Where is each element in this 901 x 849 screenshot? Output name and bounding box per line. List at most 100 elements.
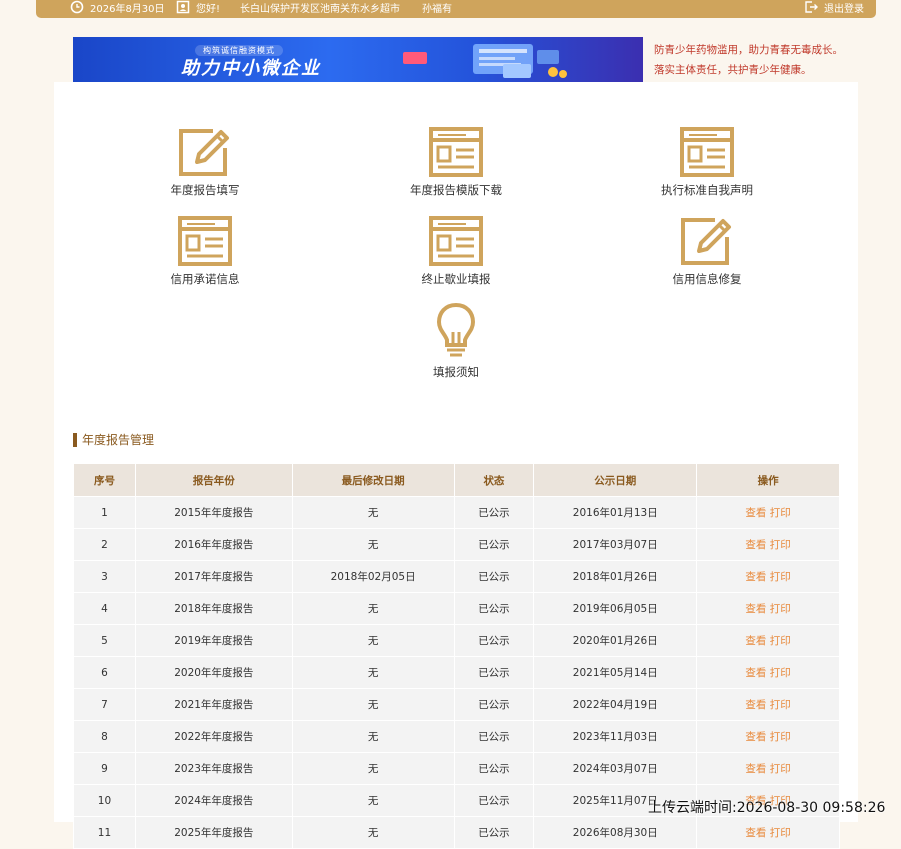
row-number: 7 — [73, 688, 136, 721]
status-cell: 已公示 — [453, 816, 535, 849]
column-header: 状态 — [453, 463, 535, 497]
view-link[interactable]: 查看 — [745, 827, 766, 839]
actions-cell: 查看 打印 — [696, 752, 840, 785]
print-link[interactable]: 打印 — [770, 635, 791, 647]
feature-label: 信用承诺信息 — [170, 272, 240, 286]
print-link[interactable]: 打印 — [770, 603, 791, 615]
feature-credit-repair[interactable]: 信用信息修复 — [627, 215, 787, 287]
print-link[interactable]: 打印 — [770, 507, 791, 519]
print-link[interactable]: 打印 — [770, 731, 791, 743]
view-link[interactable]: 查看 — [745, 603, 766, 615]
column-header: 报告年份 — [134, 463, 293, 497]
row-number: 6 — [73, 656, 136, 689]
table-row: 6 2020年年度报告无已公示 2021年05月14日 查看 打印 — [73, 656, 840, 689]
publish-date: 2018年01月26日 — [533, 560, 698, 593]
report-year: 2020年年度报告 — [134, 656, 293, 689]
status-cell: 已公示 — [453, 624, 535, 657]
logout-button[interactable]: 退出登录 — [804, 0, 864, 18]
user-info: 您好! 长白山保护开发区池南关东水乡超市 孙福有 — [176, 0, 452, 18]
last-modified-date: 无 — [291, 496, 455, 529]
document-template-icon — [429, 216, 483, 266]
user-name: 孙福有 — [422, 3, 453, 15]
actions-cell: 查看 打印 — [696, 496, 840, 529]
view-link[interactable]: 查看 — [745, 539, 766, 551]
report-year: 2023年年度报告 — [134, 752, 293, 785]
report-year: 2021年年度报告 — [134, 688, 293, 721]
report-year: 2025年年度报告 — [134, 816, 293, 849]
promo-banner[interactable]: 构筑诚信融资模式 助力中小微企业 — [73, 37, 643, 82]
status-cell: 已公示 — [453, 688, 535, 721]
lightbulb-icon — [436, 302, 476, 357]
last-modified-date: 无 — [291, 528, 455, 561]
feature-label: 信用信息修复 — [672, 272, 742, 286]
actions-cell: 查看 打印 — [696, 688, 840, 721]
view-link[interactable]: 查看 — [745, 699, 766, 711]
status-cell: 已公示 — [453, 528, 535, 561]
table-row: 4 2018年年度报告无已公示 2019年06月05日 查看 打印 — [73, 592, 840, 625]
row-number: 8 — [73, 720, 136, 753]
status-cell: 已公示 — [453, 720, 535, 753]
view-link[interactable]: 查看 — [745, 571, 766, 583]
table-row: 1 2015年年度报告无已公示 2016年01月13日 查看 打印 — [73, 496, 840, 529]
print-link[interactable]: 打印 — [770, 539, 791, 551]
edit-form-icon — [681, 218, 731, 265]
status-cell: 已公示 — [453, 560, 535, 593]
publish-date: 2017年03月07日 — [533, 528, 698, 561]
row-number: 10 — [73, 784, 136, 817]
view-link[interactable]: 查看 — [745, 667, 766, 679]
view-link[interactable]: 查看 — [745, 731, 766, 743]
actions-cell: 查看 打印 — [696, 592, 840, 625]
view-link[interactable]: 查看 — [745, 763, 766, 775]
table-row: 2 2016年年度报告无已公示 2017年03月07日 查看 打印 — [73, 528, 840, 561]
section-title: 年度报告管理 — [73, 433, 154, 447]
feature-standard-declaration[interactable]: 执行标准自我声明 — [627, 126, 787, 198]
row-number: 5 — [73, 624, 136, 657]
report-year: 2024年年度报告 — [134, 784, 293, 817]
row-number: 2 — [73, 528, 136, 561]
publish-date: 2021年05月14日 — [533, 656, 698, 689]
last-modified-date: 2018年02月05日 — [291, 560, 455, 593]
actions-cell: 查看 打印 — [696, 624, 840, 657]
logout-label: 退出登录 — [824, 3, 864, 15]
document-template-icon — [178, 216, 232, 266]
publish-date: 2023年11月03日 — [533, 720, 698, 753]
status-cell: 已公示 — [453, 592, 535, 625]
row-number: 9 — [73, 752, 136, 785]
table-row: 11 2025年年度报告无已公示 2026年08月30日 查看 打印 — [73, 816, 840, 849]
notice-line-1: 防青少年药物滥用，助力青春无毒成长。 — [654, 44, 843, 56]
report-year: 2016年年度报告 — [134, 528, 293, 561]
banner-decoration-icon — [403, 44, 567, 78]
greeting-text: 您好! — [196, 3, 221, 15]
report-year: 2018年年度报告 — [134, 592, 293, 625]
print-link[interactable]: 打印 — [770, 699, 791, 711]
report-year: 2022年年度报告 — [134, 720, 293, 753]
date-info: 2026年8月30日 — [70, 0, 165, 18]
feature-label: 填报须知 — [433, 365, 479, 379]
feature-filing-instructions[interactable]: 填报须知 — [376, 302, 536, 380]
print-link[interactable]: 打印 — [770, 571, 791, 583]
table-body: 1 2015年年度报告无已公示 2016年01月13日 查看 打印 2 2016年年度报告… — [73, 496, 840, 849]
last-modified-date: 无 — [291, 688, 455, 721]
actions-cell: 查看 打印 — [696, 816, 840, 849]
view-link[interactable]: 查看 — [745, 635, 766, 647]
feature-label: 年度报告模版下载 — [410, 183, 502, 197]
feature-template-download[interactable]: 年度报告模版下载 — [376, 126, 536, 198]
feature-label: 终止歇业填报 — [421, 272, 491, 286]
print-link[interactable]: 打印 — [770, 667, 791, 679]
print-link[interactable]: 打印 — [770, 827, 791, 839]
status-cell: 已公示 — [453, 784, 535, 817]
feature-annual-report-fill[interactable]: 年度报告填写 — [125, 126, 285, 198]
last-modified-date: 无 — [291, 656, 455, 689]
publish-date: 2020年01月26日 — [533, 624, 698, 657]
status-cell: 已公示 — [453, 752, 535, 785]
notice-line-2: 落实主体责任，共护青少年健康。 — [654, 64, 812, 76]
table-row: 7 2021年年度报告无已公示 2022年04月19日 查看 打印 — [73, 688, 840, 721]
view-link[interactable]: 查看 — [745, 507, 766, 519]
user-card-icon — [176, 0, 190, 14]
print-link[interactable]: 打印 — [770, 763, 791, 775]
banner-title: 助力中小微企业 — [181, 58, 321, 79]
publish-date: 2024年03月07日 — [533, 752, 698, 785]
publish-date: 2019年06月05日 — [533, 592, 698, 625]
feature-credit-commitment[interactable]: 信用承诺信息 — [125, 215, 285, 287]
feature-business-termination[interactable]: 终止歇业填报 — [376, 215, 536, 287]
